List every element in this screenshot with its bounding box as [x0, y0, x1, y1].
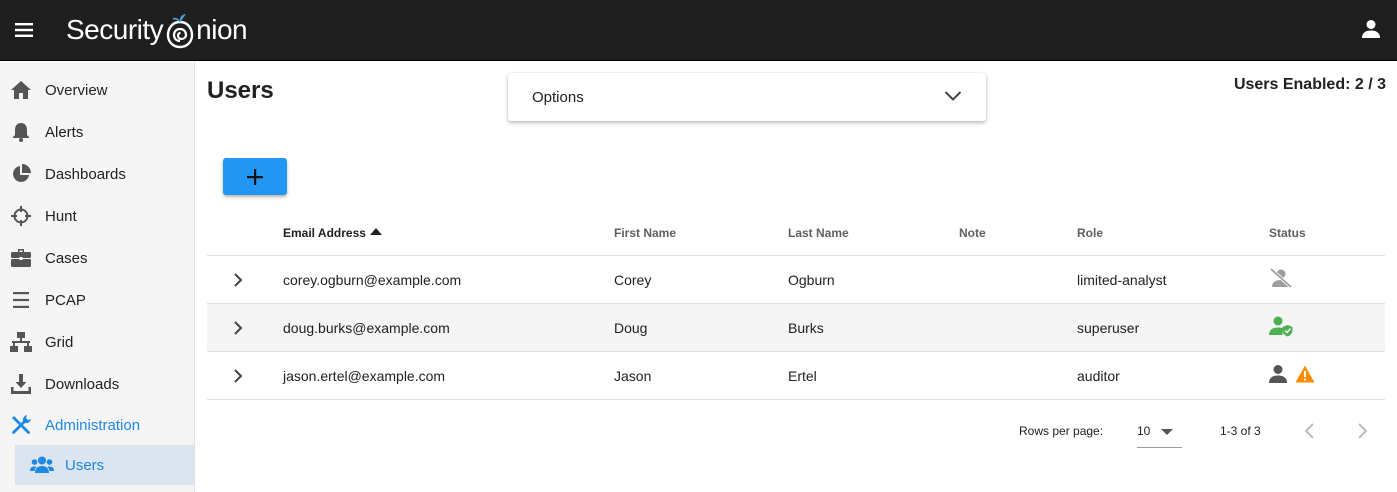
sidebar-item-pcap[interactable]: PCAP: [0, 279, 194, 321]
options-label: Options: [532, 89, 584, 106]
column-header-first-name[interactable]: First Name: [614, 226, 676, 240]
sidebar-item-label: Downloads: [45, 375, 120, 393]
sidebar-item-users[interactable]: Users: [15, 445, 194, 485]
briefcase-icon: [10, 247, 32, 269]
column-header-last-name[interactable]: Last Name: [788, 226, 849, 240]
user-icon: [1269, 364, 1287, 389]
rows-per-page-label: Rows per page:: [1019, 424, 1104, 438]
sidebar-item-label: PCAP: [45, 291, 86, 309]
email-cell: doug.burks@example.com: [283, 320, 450, 336]
home-icon: [10, 79, 32, 101]
sidebar-item-overview[interactable]: Overview: [0, 69, 194, 111]
email-cell: jason.ertel@example.com: [283, 368, 446, 384]
column-header-note[interactable]: Note: [959, 226, 986, 240]
users-enabled-count: Users Enabled: 2 / 3: [1233, 76, 1386, 93]
bell-icon: [10, 121, 32, 143]
user-shield-icon: [1269, 315, 1293, 342]
users-icon: [30, 455, 54, 475]
sidebar-item-administration[interactable]: Administration: [0, 404, 194, 446]
table-row[interactable]: doug.burks@example.com Doug Burks superu…: [207, 304, 1385, 352]
network-icon: [10, 331, 32, 353]
top-app-bar: Security nion: [0, 0, 1397, 61]
sidebar-item-grid[interactable]: Grid: [0, 321, 194, 363]
table-pagination: Rows per page: 10 1-3 of 3: [1010, 410, 1390, 450]
tools-icon: [10, 414, 32, 436]
column-header-label: Email Address: [283, 226, 366, 240]
sidebar-item-label: Cases: [45, 249, 88, 267]
sidebar-item-alerts[interactable]: Alerts: [0, 111, 194, 153]
onion-logo-icon: [166, 14, 194, 49]
warning-icon: [1295, 365, 1315, 388]
last-name-cell: Burks: [788, 320, 824, 336]
rows-per-page-value: 10: [1137, 424, 1151, 438]
account-icon[interactable]: [1359, 17, 1383, 41]
sidebar-item-label: Alerts: [45, 123, 84, 141]
sidebar: Overview Alerts Dashboards Hunt Cases PC…: [0, 62, 195, 492]
sidebar-item-label: Hunt: [45, 207, 77, 225]
page-title: Users: [207, 77, 274, 104]
download-icon: [10, 373, 32, 395]
email-cell: corey.ogburn@example.com: [283, 272, 462, 288]
table-header: Email Address First Name Last Name Note …: [207, 208, 1385, 256]
role-cell: superuser: [1077, 320, 1140, 336]
sidebar-item-label: Users: [65, 456, 105, 474]
pie-chart-icon: [10, 163, 32, 185]
crosshairs-icon: [10, 205, 32, 227]
sidebar-item-label: Grid: [45, 333, 74, 351]
status-cell: [1269, 364, 1315, 389]
rows-per-page-select[interactable]: 10: [1137, 418, 1182, 448]
chevron-down-icon: [944, 89, 962, 103]
logo-text: Security: [66, 14, 164, 45]
column-header-role[interactable]: Role: [1077, 226, 1103, 240]
security-onion-logo[interactable]: Security nion: [66, 8, 248, 52]
status-cell: [1269, 267, 1293, 294]
role-cell: auditor: [1077, 368, 1120, 384]
chevron-right-icon[interactable]: [227, 365, 249, 387]
sidebar-item-label: Administration: [45, 416, 141, 434]
first-name-cell: Jason: [614, 368, 652, 384]
sidebar-item-hunt[interactable]: Hunt: [0, 195, 194, 237]
logo-text-suffix: nion: [196, 14, 248, 45]
next-page-icon[interactable]: [1350, 419, 1374, 443]
sidebar-item-downloads[interactable]: Downloads: [0, 363, 194, 405]
previous-page-icon[interactable]: [1298, 419, 1322, 443]
stream-icon: [10, 289, 32, 311]
sidebar-item-cases[interactable]: Cases: [0, 237, 194, 279]
status-cell: [1269, 315, 1293, 342]
add-user-button[interactable]: [223, 158, 287, 195]
user-disabled-icon: [1269, 267, 1293, 294]
page-range: 1-3 of 3: [1220, 424, 1261, 438]
last-name-cell: Ogburn: [788, 272, 835, 288]
first-name-cell: Corey: [614, 272, 652, 288]
chevron-right-icon[interactable]: [227, 269, 249, 291]
table-row[interactable]: jason.ertel@example.com Jason Ertel audi…: [207, 352, 1385, 400]
sidebar-item-dashboards[interactable]: Dashboards: [0, 153, 194, 195]
chevron-right-icon[interactable]: [227, 317, 249, 339]
users-table: Email Address First Name Last Name Note …: [207, 208, 1385, 400]
sidebar-item-label: Dashboards: [45, 165, 126, 183]
sidebar-item-label: Overview: [45, 81, 108, 99]
first-name-cell: Doug: [614, 320, 648, 336]
column-header-status[interactable]: Status: [1269, 226, 1306, 240]
table-row[interactable]: corey.ogburn@example.com Corey Ogburn li…: [207, 256, 1385, 304]
sort-ascending-icon: [369, 228, 382, 235]
menu-icon[interactable]: [10, 16, 38, 44]
plus-icon: [247, 168, 263, 185]
role-cell: limited-analyst: [1077, 272, 1167, 288]
dropdown-arrow-icon: [1161, 429, 1173, 435]
options-expansion-panel[interactable]: Options: [508, 73, 986, 121]
column-header-email[interactable]: Email Address: [283, 226, 382, 240]
last-name-cell: Ertel: [788, 368, 817, 384]
